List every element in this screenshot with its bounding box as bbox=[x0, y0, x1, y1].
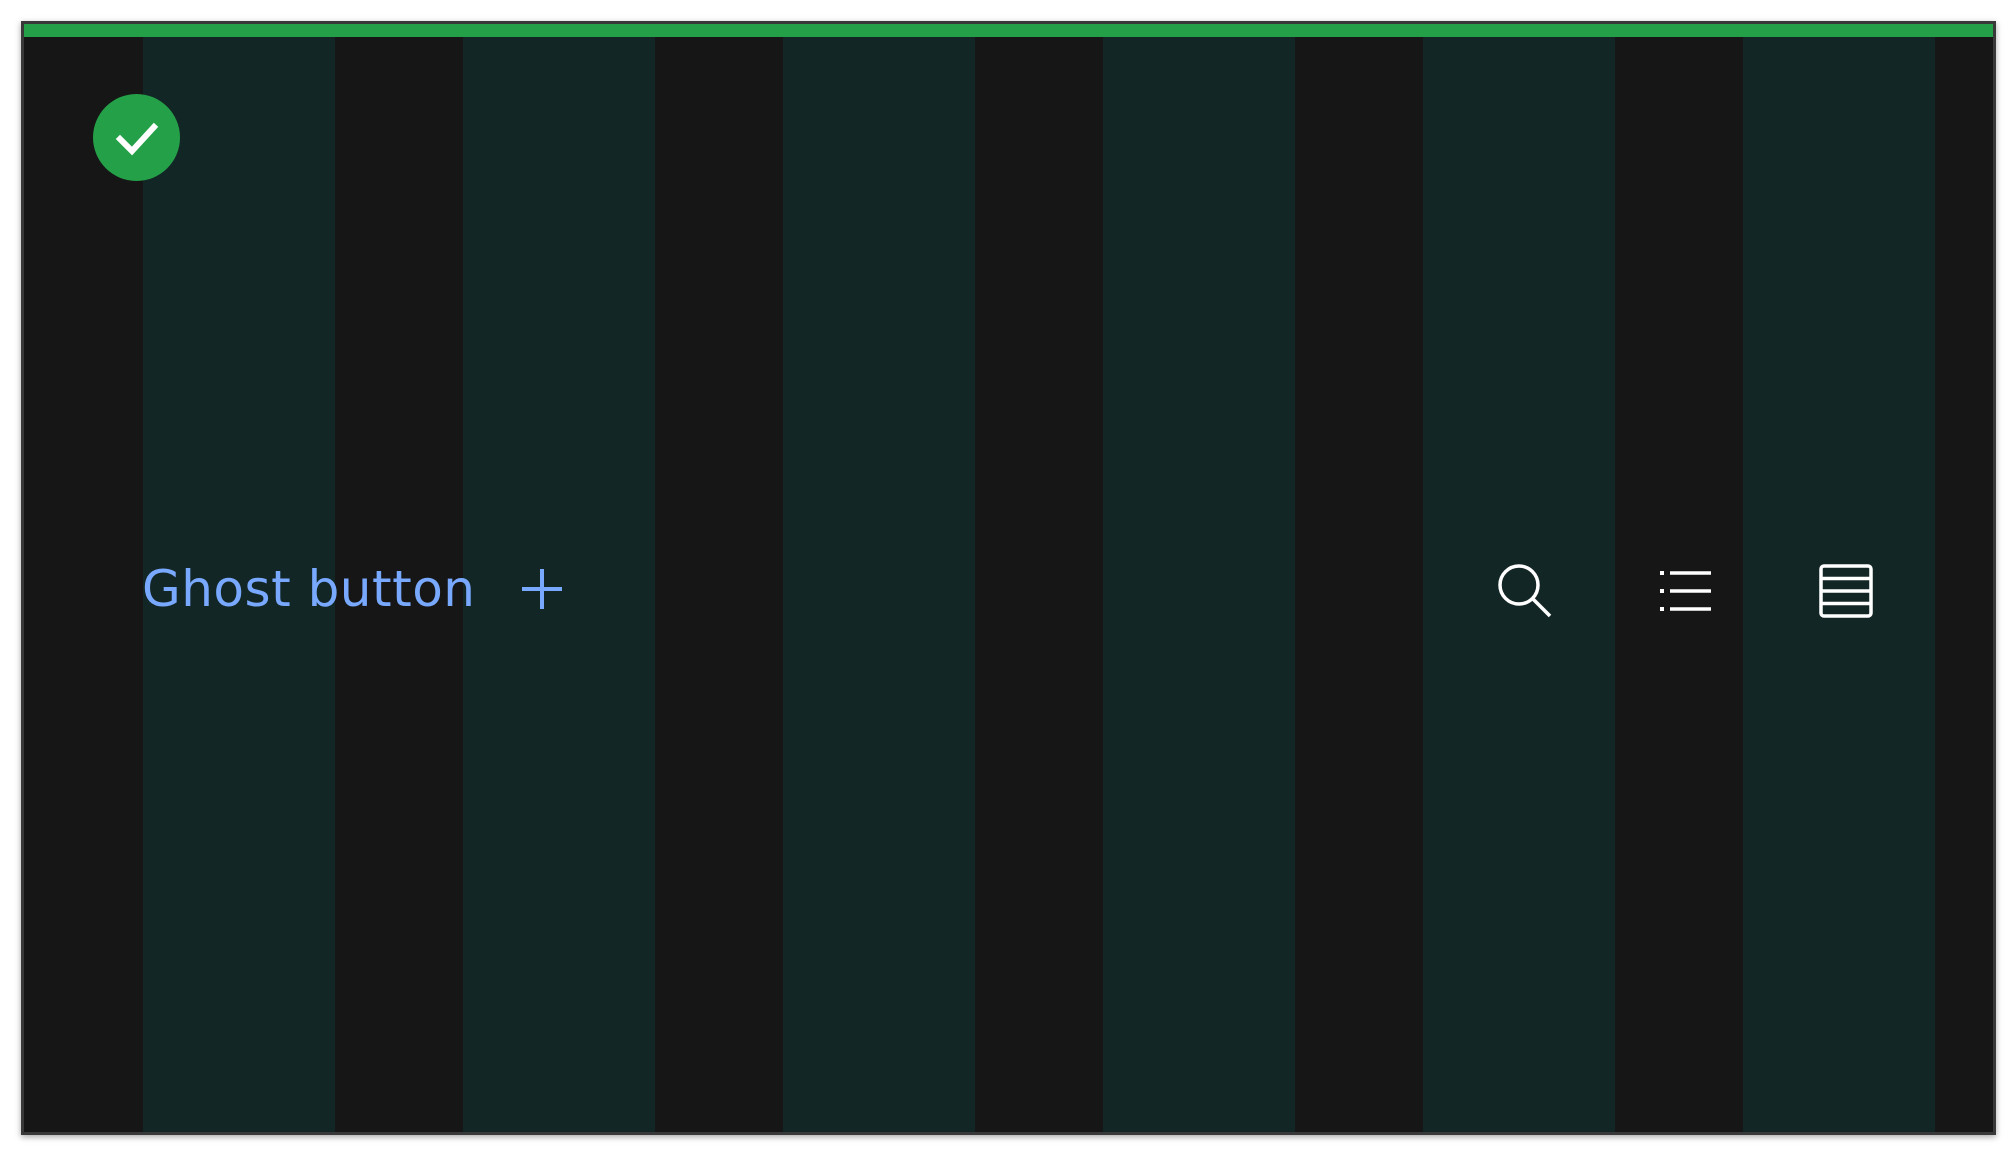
ghost-button-label: Ghost button bbox=[142, 560, 476, 618]
success-stripe bbox=[24, 24, 1993, 37]
table-icon bbox=[1819, 564, 1873, 618]
search-icon bbox=[1498, 564, 1552, 618]
search-button[interactable] bbox=[1490, 556, 1560, 626]
status-badge bbox=[93, 94, 180, 181]
checkmark-icon bbox=[115, 122, 158, 155]
plus-icon bbox=[520, 567, 564, 611]
ghost-button[interactable]: Ghost button bbox=[142, 554, 564, 624]
component-preview-card: Ghost button bbox=[21, 21, 1996, 1135]
grid-column-overlay bbox=[1103, 24, 1295, 1132]
table-view-button[interactable] bbox=[1811, 556, 1881, 626]
list-icon bbox=[1660, 571, 1711, 611]
grid-column-overlay bbox=[783, 24, 975, 1132]
list-view-button[interactable] bbox=[1651, 556, 1721, 626]
